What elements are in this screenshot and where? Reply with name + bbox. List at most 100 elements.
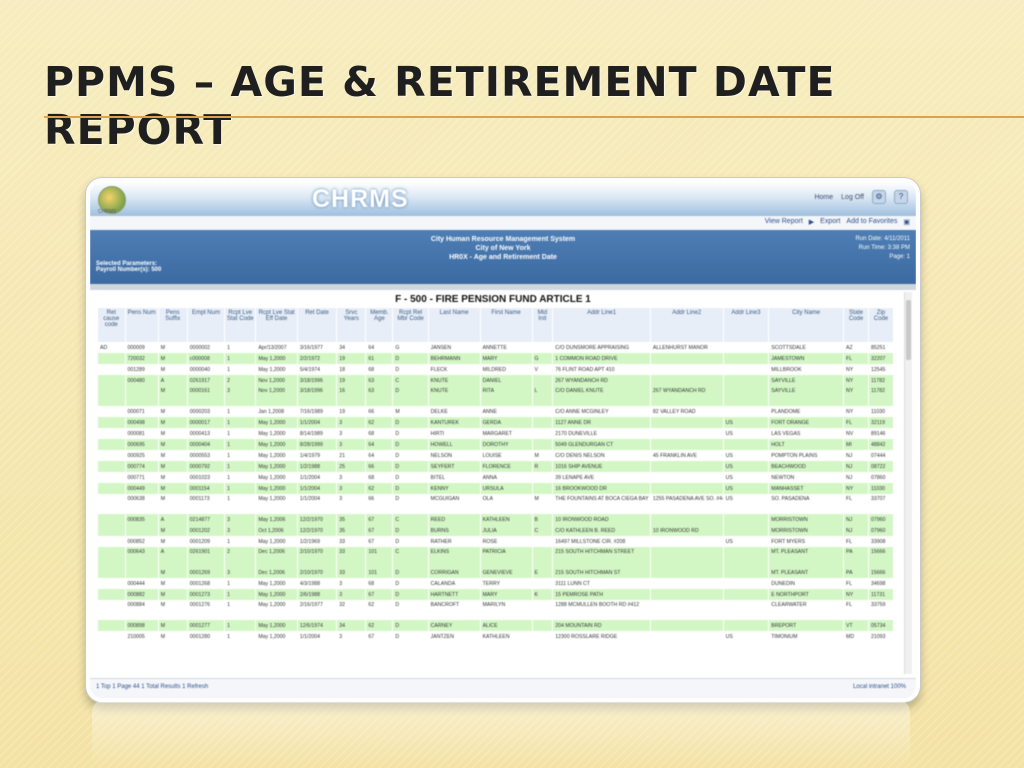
payroll-param: Payroll Number(s): 500	[96, 267, 162, 273]
table-row: 000444 M 0001268 1 May 1,2000 4/3/1988 3 68 D CAL…	[98, 578, 895, 589]
table-row: M 0001269 3 Dec 1,2006 2/10/1970 33 101 D CORRIG…	[98, 567, 895, 578]
table-cell	[723, 364, 770, 375]
table-cell: 000771	[125, 472, 159, 483]
selected-parameters: Selected Parameters: Payroll Number(s): …	[96, 261, 161, 273]
top-links: Home Log Off ⚙ ?	[814, 190, 908, 204]
table-cell: MARY	[480, 589, 533, 600]
slide-title: PPMS – AGE & RETIREMENT DATE REPORT	[44, 58, 836, 154]
table-cell: RITA	[480, 386, 533, 406]
table-cell: 2/2/1972	[297, 353, 338, 364]
table-cell: 000835	[125, 514, 159, 525]
table-cell: M	[158, 406, 188, 417]
table-cell	[650, 375, 724, 386]
table-cell: MT. PLEASANT	[768, 547, 845, 567]
table-cell: May 1,2000	[255, 364, 298, 375]
table-cell: 3	[336, 428, 367, 439]
table-cell: 34698	[868, 578, 895, 589]
table-cell	[532, 600, 554, 620]
table-cell	[98, 406, 126, 417]
table-cell	[98, 439, 126, 450]
table-cell: 18	[336, 364, 367, 375]
export-button[interactable]: Export	[820, 218, 840, 226]
add-favorites-button[interactable]: Add to Favorites	[846, 218, 897, 226]
table-cell	[723, 567, 770, 578]
table-cell	[98, 386, 126, 406]
table-cell: ALLENHURST MANOR	[650, 342, 724, 353]
table-cell: NY	[843, 406, 869, 417]
table-cell	[98, 620, 126, 631]
table-cell: 000081	[125, 428, 159, 439]
table-cell: M	[158, 600, 188, 620]
table-cell	[532, 620, 554, 631]
table-cell: R	[532, 461, 554, 472]
vertical-scrollbar[interactable]	[904, 292, 912, 674]
table-cell	[98, 483, 126, 494]
table-row: 001289 M 0000040 1 May 1,2000 5/4/1974 18 68 D FL…	[98, 364, 895, 375]
table-cell: 68	[365, 472, 394, 483]
table-cell: 0001023	[187, 472, 226, 483]
table-cell: D	[392, 525, 429, 536]
table-cell: 63	[365, 386, 394, 406]
table-cell: CARNEY	[428, 620, 481, 631]
table-cell	[723, 353, 770, 364]
table-cell: 001289	[125, 364, 159, 375]
settings-icon[interactable]: ⚙	[872, 190, 886, 204]
table-cell: Dec 1,2006	[255, 547, 298, 567]
table-cell: M	[158, 472, 188, 483]
table-cell: 1/1/2004	[297, 494, 338, 514]
table-row: 000774 M 0000792 1 May 1,2000 1/2/1988 25 66 D SE…	[98, 461, 895, 472]
table-cell	[650, 439, 724, 450]
table-cell: BEACHWOOD	[768, 461, 845, 472]
table-cell: MILDRED	[480, 364, 533, 375]
table-cell: May 1,2000	[255, 450, 298, 461]
table-cell: KNUTE	[428, 375, 481, 386]
screenshot-frame: CHRMS CHRMS Home Log Off ⚙ ? View Report…	[86, 178, 920, 702]
footer-nav[interactable]: 1 Top 1 Page 44 1 Total Results 1 Refres…	[96, 684, 208, 690]
table-cell: 1	[224, 428, 257, 439]
chrms-app: CHRMS CHRMS Home Log Off ⚙ ? View Report…	[90, 182, 916, 698]
table-cell: 16497 MILLSTONE CIR. #208	[552, 536, 651, 547]
table-cell: 76 FLINT ROAD APT 410	[552, 364, 651, 375]
table-cell: MARGARET	[480, 428, 533, 439]
table-cell: C/O DUNSMORE APPRAISING	[552, 342, 651, 353]
table-cell: THE FOUNTAINS AT BOCA CIEGA BAY	[552, 494, 651, 514]
table-cell: 07444	[868, 450, 895, 461]
home-link[interactable]: Home	[814, 194, 833, 201]
frame-reflection	[92, 700, 910, 768]
help-icon[interactable]: ?	[894, 190, 908, 204]
table-cell: 15 PEMROSE PATH	[552, 589, 651, 600]
logoff-link[interactable]: Log Off	[841, 194, 864, 201]
table-cell: 3	[224, 567, 257, 578]
table-cell: D	[392, 483, 429, 494]
table-cell	[650, 417, 724, 428]
scrollbar-thumb[interactable]	[906, 300, 911, 360]
table-cell	[532, 342, 554, 353]
table-cell: KATHLEEN	[480, 514, 533, 525]
table-cell: 32207	[868, 353, 895, 364]
table-cell	[532, 483, 554, 494]
table-body: AD 000009 M 0000002 1 Apr/13/2007 3/16/1977 34 6…	[98, 342, 895, 642]
table-cell: 16 BROOKWOOD DR	[552, 483, 651, 494]
table-cell: 0000413	[187, 428, 226, 439]
table-cell: M	[158, 450, 188, 461]
table-cell: 15666	[868, 547, 895, 567]
table-cell: 12545	[868, 364, 895, 375]
table-cell: 67	[365, 536, 394, 547]
table-cell: 2170 DUNEVILLE	[552, 428, 651, 439]
table-cell: 66	[365, 494, 394, 514]
table-cell: PA	[843, 547, 869, 567]
table-cell: OLA	[480, 494, 533, 514]
table-cell: URSULA	[480, 483, 533, 494]
print-icon[interactable]: ▣	[903, 218, 910, 226]
table-cell: 33908	[868, 536, 895, 547]
table-cell: 67	[365, 631, 394, 642]
table-cell: JAMESTOWN	[768, 353, 845, 364]
table-cell: 0001173	[187, 494, 226, 514]
table-cell: ALICE	[480, 620, 533, 631]
next-page-icon[interactable]: ▶	[809, 218, 814, 226]
table-cell: V	[532, 364, 554, 375]
table-cell: M	[158, 386, 188, 406]
table-cell: D	[392, 620, 429, 631]
table-cell: 101	[365, 547, 394, 567]
view-report-button[interactable]: View Report	[765, 218, 803, 226]
